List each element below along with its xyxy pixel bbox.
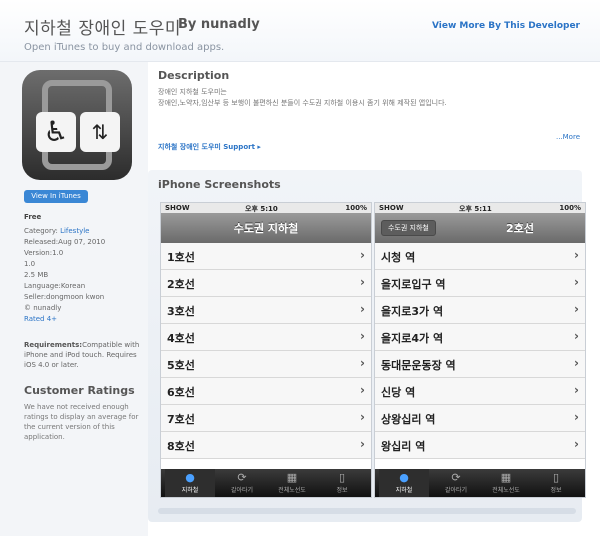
tab-bar: ● 지하철 ⟳ 갈아타기 ▦ 전체노선도 ▯ 정보 <box>161 469 371 497</box>
price: Free <box>24 213 42 221</box>
tab-subway: ● 지하철 <box>165 469 215 497</box>
tab-subway: ● 지하철 <box>379 469 429 497</box>
line-list: 1호선 › 2호선 › 3호선 › 4호선 › 5호선 › 6호선 › 7호선 › 8호선 › <box>161 243 371 459</box>
app-title: 지하철 장애인 도우미 <box>24 19 182 39</box>
list-item: 7호선 › <box>161 405 371 432</box>
list-item: 을지로입구 역 › <box>375 270 585 297</box>
copyright: © nunadly <box>24 304 62 312</box>
status-bar: SHOW 오후 5:11 100% <box>375 203 585 213</box>
view-more-link[interactable]: View More By This Developer <box>432 21 580 31</box>
list-item: 을지로4가 역 › <box>375 324 585 351</box>
requirements: Requirements:Compatible with iPhone and … <box>24 341 140 369</box>
elevator-icon: ⇅ <box>80 112 120 152</box>
list-item: 2호선 › <box>161 270 371 297</box>
nav-title: 2호선 <box>506 222 534 235</box>
tab-transfer: ⟳ 갈아타기 <box>431 469 481 497</box>
list-item: 시청 역 › <box>375 243 585 270</box>
customer-ratings-text: We have not received enough ratings to d… <box>24 403 139 441</box>
tab-full-map: ▦ 전체노선도 <box>481 469 531 497</box>
file-size: 2.5 MB <box>24 271 49 279</box>
map-icon: ▦ <box>500 471 512 484</box>
more-link[interactable]: ...More <box>556 133 580 141</box>
view-in-itunes-button[interactable]: View In iTunes <box>24 190 88 203</box>
tab-full-map: ▦ 전체노선도 <box>267 469 317 497</box>
customer-ratings-title: Customer Ratings <box>24 384 135 397</box>
seller: Seller:dongmoon kwon <box>24 293 105 301</box>
left-sidebar: ♿ ⇅ View In iTunes Free Category: Lifest… <box>0 62 148 536</box>
screenshots-scrollbar[interactable] <box>158 508 576 514</box>
screenshot-1[interactable]: SHOW 오후 5:10 100% 수도권 지하철 1호선 › 2호선 › 3호선 ›… <box>160 202 372 498</box>
tab-info: ▯ 정보 <box>531 469 581 497</box>
refresh-icon: ⟳ <box>237 471 247 484</box>
open-itunes-text: Open iTunes to buy and download apps. <box>24 42 225 53</box>
map-pin-icon: ● <box>399 471 409 484</box>
list-item: 1호선 › <box>161 243 371 270</box>
list-item: 8호선 › <box>161 432 371 459</box>
description-line-2: 장애인,노약자,임산부 등 보행이 불편하신 분들이 수도권 지하철 이용시 좀… <box>158 99 447 107</box>
list-item: 5호선 › <box>161 351 371 378</box>
version-number: 1.0 <box>24 260 36 268</box>
map-icon: ▦ <box>286 471 298 484</box>
list-item: 을지로3가 역 › <box>375 297 585 324</box>
tab-transfer: ⟳ 갈아타기 <box>217 469 267 497</box>
list-item: 왕십리 역 › <box>375 432 585 459</box>
list-item: 6호선 › <box>161 378 371 405</box>
map-pin-icon: ● <box>185 471 195 484</box>
nav-title: 수도권 지하철 <box>233 222 299 235</box>
tab-bar: ● 지하철 ⟳ 갈아타기 ▦ 전체노선도 ▯ 정보 <box>375 469 585 497</box>
station-list: 시청 역 › 을지로입구 역 › 을지로3가 역 › 을지로4가 역 › 동대문운동장 … <box>375 243 585 459</box>
list-item: 3호선 › <box>161 297 371 324</box>
description-line-1: 장애인 지하철 도우미는 <box>158 88 227 96</box>
screenshot-2[interactable]: SHOW 오후 5:11 100% 수도권 지하철 2호선 시청 역 › 을지로입… <box>374 202 586 498</box>
version: Version:1.0 <box>24 249 64 257</box>
list-item: 신당 역 › <box>375 378 585 405</box>
rating-link[interactable]: Rated 4+ <box>24 314 144 324</box>
app-icon: ♿ ⇅ <box>22 70 132 180</box>
wheelchair-icon: ♿ <box>36 112 76 152</box>
support-link[interactable]: 지하철 장애인 도우미 Support ▸ <box>158 142 261 152</box>
developer-name[interactable]: By nunadly <box>178 17 260 32</box>
nav-bar: 수도권 지하철 <box>161 213 371 243</box>
list-item: 동대문운동장 역 › <box>375 351 585 378</box>
category: Category: Lifestyle <box>24 227 90 235</box>
page-header: 지하철 장애인 도우미 By nunadly Open iTunes to bu… <box>0 0 600 62</box>
description-title: Description <box>158 69 230 82</box>
status-bar: SHOW 오후 5:10 100% <box>161 203 371 213</box>
category-link[interactable]: Lifestyle <box>60 227 89 235</box>
list-item: 4호선 › <box>161 324 371 351</box>
list-item: 상왕십리 역 › <box>375 405 585 432</box>
phone-icon: ▯ <box>338 471 346 484</box>
language: Language:Korean <box>24 282 86 290</box>
screenshots-title: iPhone Screenshots <box>158 178 281 191</box>
release-date: Released:Aug 07, 2010 <box>24 238 106 246</box>
nav-bar: 수도권 지하철 2호선 <box>375 213 585 243</box>
phone-icon: ▯ <box>552 471 560 484</box>
tab-info: ▯ 정보 <box>317 469 367 497</box>
refresh-icon: ⟳ <box>451 471 461 484</box>
